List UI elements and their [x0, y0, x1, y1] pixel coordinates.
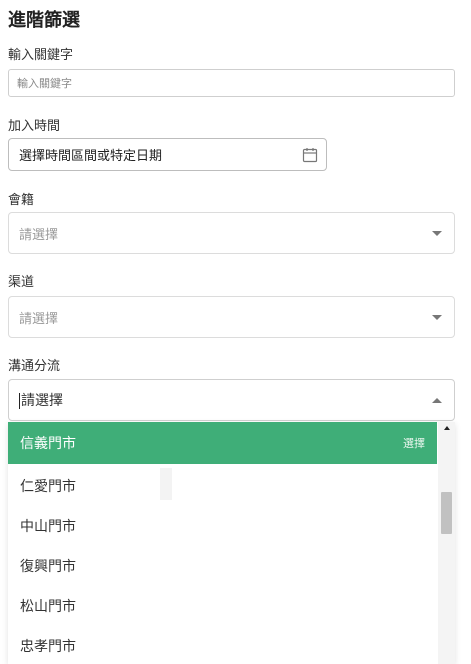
dropdown-option[interactable]: 忠孝門市 [8, 626, 437, 664]
membership-select[interactable]: 請選擇 [8, 212, 455, 254]
channel-label: 渠道 [8, 275, 35, 290]
membership-value: 請選擇 [19, 227, 59, 243]
scroll-up-arrow-icon[interactable] [444, 426, 450, 430]
dropdown-option[interactable]: 復興門市 [8, 546, 437, 586]
option-label: 松山門市 [20, 599, 76, 615]
scrollbar-thumb[interactable] [441, 492, 452, 534]
segment-value: 請選擇 [21, 393, 63, 409]
segment-select[interactable]: 請選擇 [8, 379, 455, 421]
chevron-down-icon [432, 314, 442, 320]
join-time-label: 加入時間 [8, 119, 61, 134]
segment-dropdown: 信義門市 選擇 仁愛門市 中山門市 復興門市 松山門市 忠孝門市 [8, 422, 455, 664]
option-label: 仁愛門市 [20, 479, 76, 495]
dropdown-option[interactable]: 松山門市 [8, 586, 437, 626]
calendar-icon[interactable] [302, 147, 318, 163]
chevron-down-icon [432, 230, 442, 236]
text-cursor [19, 393, 20, 409]
hover-highlight [160, 468, 172, 500]
option-label: 中山門市 [20, 519, 76, 535]
channel-select[interactable]: 請選擇 [8, 296, 455, 338]
option-label: 信義門市 [20, 436, 76, 452]
join-time-picker[interactable]: 選擇時間區間或特定日期 [8, 138, 327, 171]
dropdown-scrollbar[interactable] [438, 422, 455, 664]
segment-label: 溝通分流 [8, 359, 61, 374]
dropdown-option[interactable]: 仁愛門市 [8, 466, 437, 506]
option-label: 復興門市 [20, 559, 76, 575]
page-title: 進階篩選 [8, 10, 80, 31]
chevron-up-icon[interactable] [432, 397, 442, 403]
dropdown-option[interactable]: 信義門市 選擇 [8, 422, 437, 464]
join-time-value: 選擇時間區間或特定日期 [19, 149, 163, 164]
keyword-label: 輸入關鍵字 [8, 48, 74, 63]
channel-value: 請選擇 [19, 311, 59, 327]
option-select-hint: 選擇 [403, 437, 425, 450]
membership-label: 會籍 [8, 193, 35, 208]
option-label: 忠孝門市 [20, 639, 76, 655]
keyword-input[interactable] [8, 69, 455, 97]
dropdown-option[interactable]: 中山門市 [8, 506, 437, 546]
